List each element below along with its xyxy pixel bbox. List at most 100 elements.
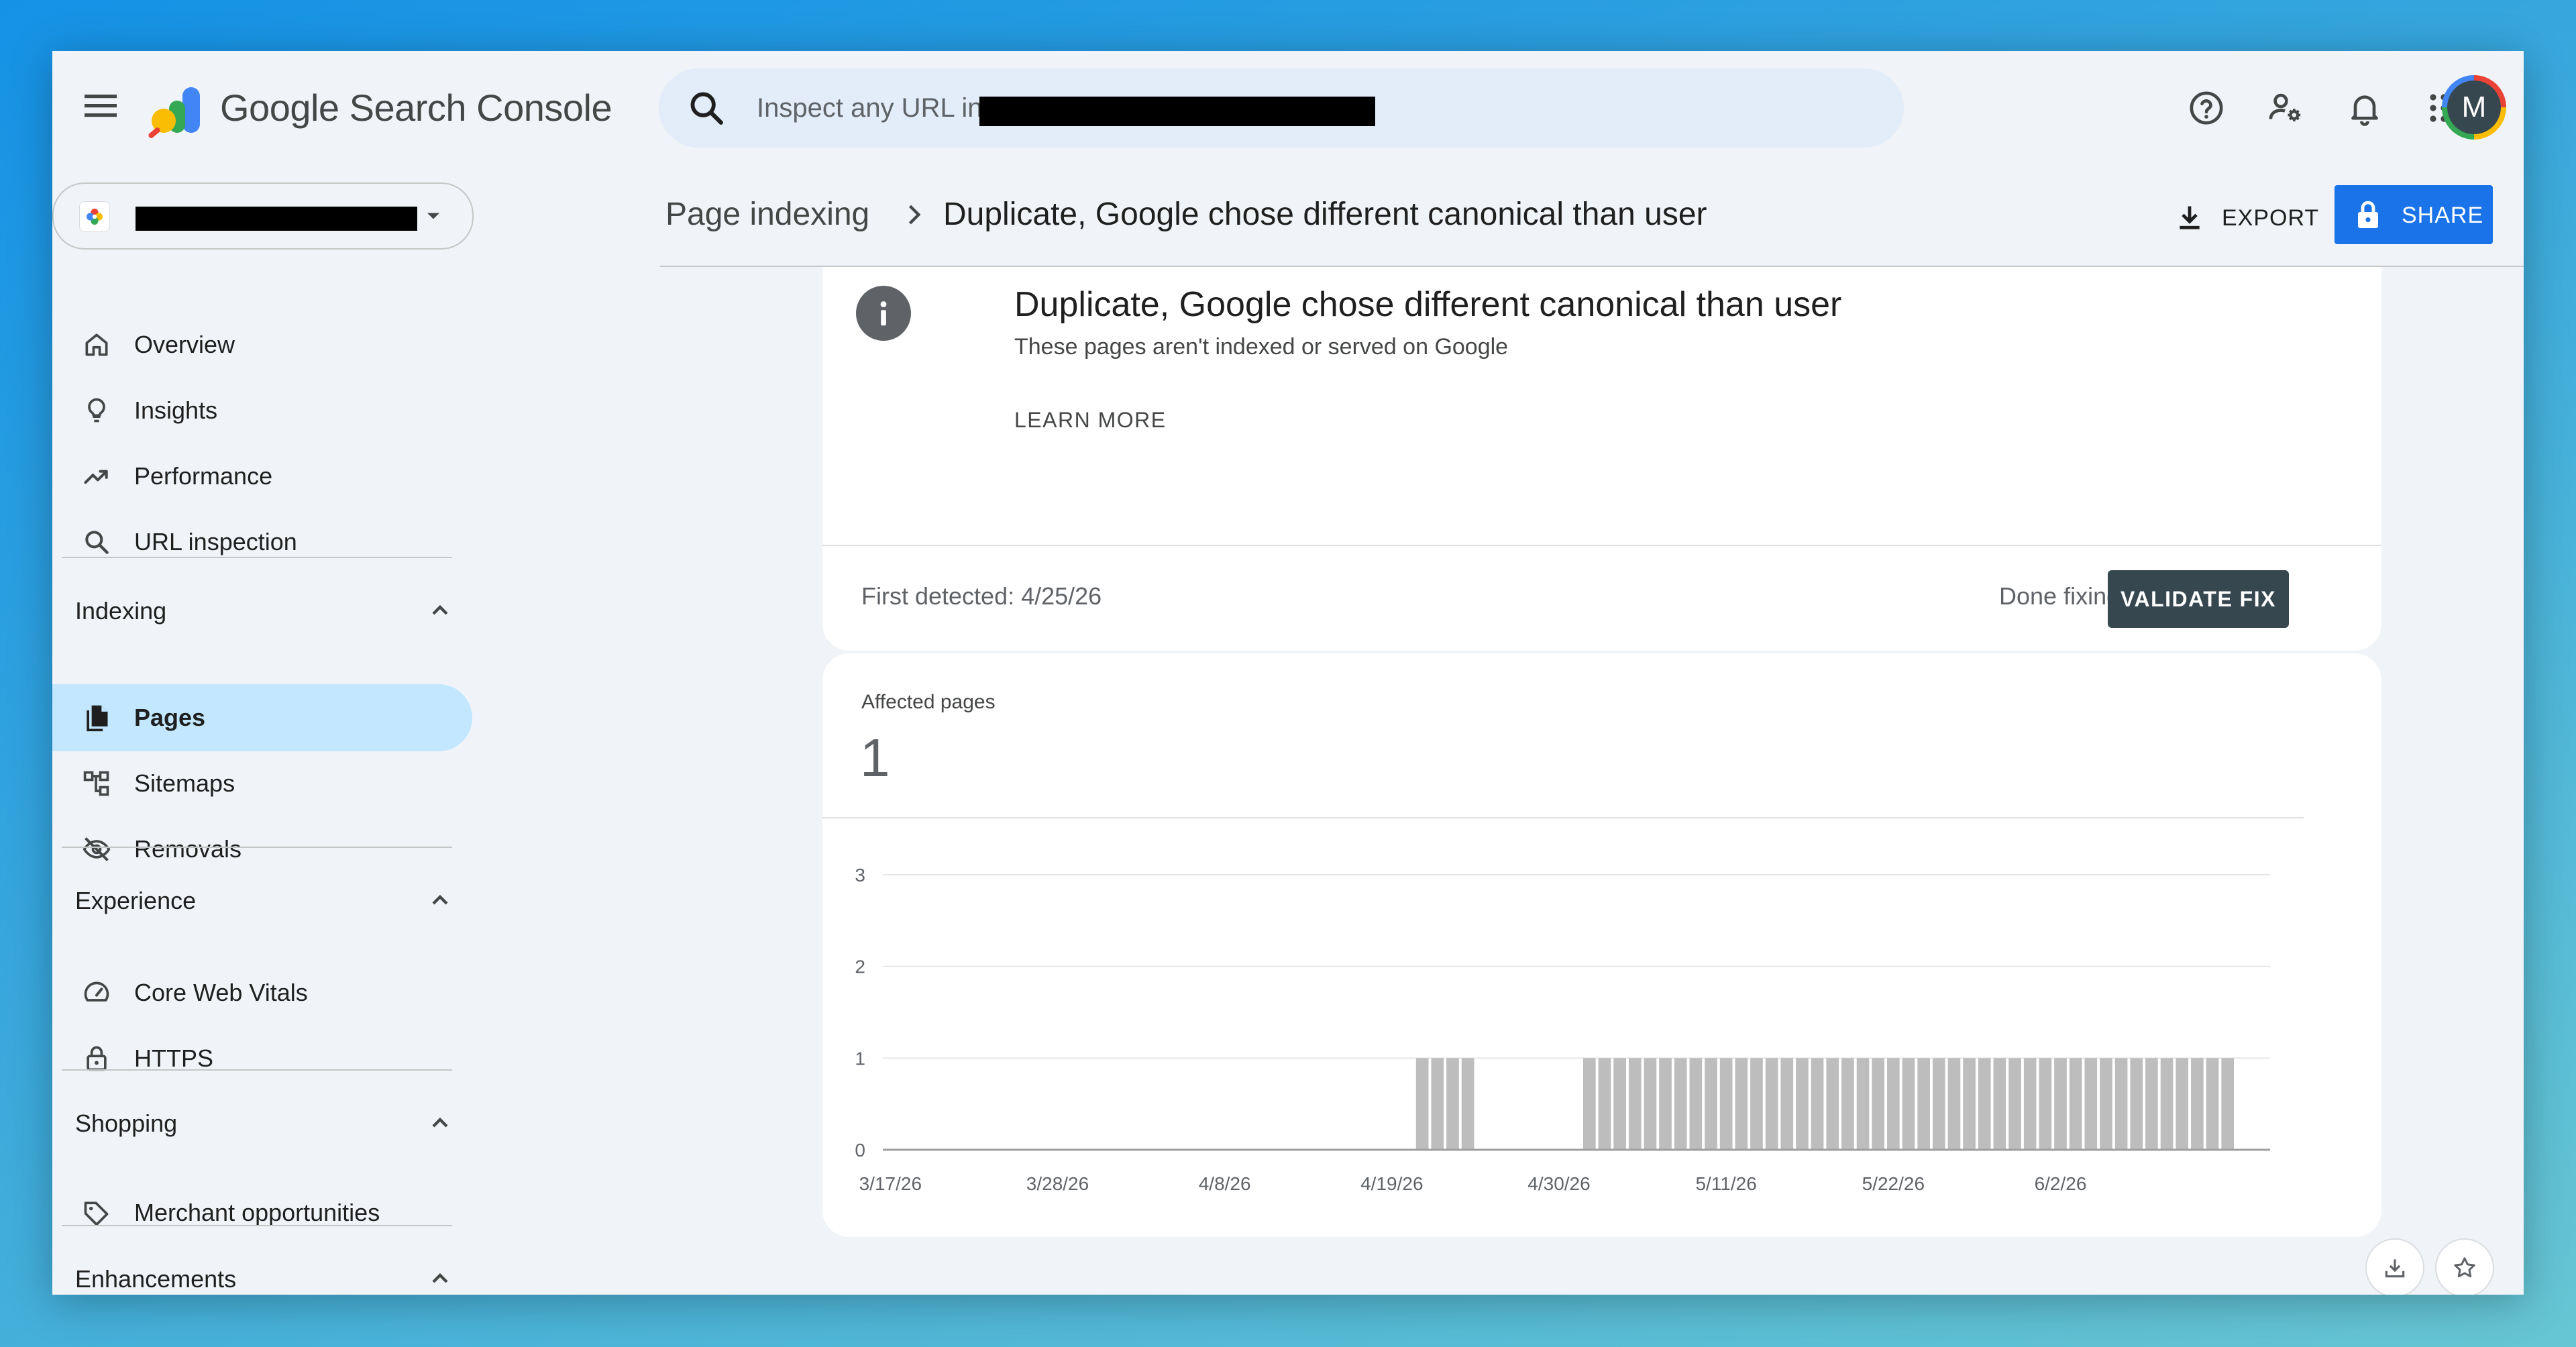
- chart-bar: [2145, 1058, 2158, 1150]
- sidebar-item-insights[interactable]: Insights: [52, 377, 468, 444]
- chart-bar: [1947, 1058, 1961, 1150]
- sidebar-item-pages[interactable]: Pages: [52, 684, 472, 751]
- sidebar-divider: [62, 1225, 452, 1226]
- product-name: Google Search Console: [220, 87, 612, 129]
- chart-bar: [2039, 1058, 2052, 1150]
- sidebar-section-indexing[interactable]: Indexing: [52, 581, 482, 641]
- x-tick-label: 3/28/26: [1026, 1173, 1089, 1194]
- sidebar-section-title: Experience: [75, 887, 197, 914]
- chart-bar: [2008, 1058, 2021, 1150]
- chart-bar: [2130, 1058, 2143, 1150]
- chevron-up-icon: [432, 894, 448, 905]
- sidebar-item-label: Overview: [134, 331, 235, 358]
- learn-more-link[interactable]: LEARN MORE: [1014, 408, 1167, 433]
- sidebar-item-label: HTTPS: [134, 1044, 214, 1072]
- chart-bar: [2084, 1058, 2098, 1150]
- sidebar-item-label: Insights: [134, 396, 218, 424]
- chart-bar: [1735, 1058, 1748, 1150]
- sidebar-item-https[interactable]: HTTPS: [52, 1025, 468, 1092]
- sidebar-divider: [62, 1069, 452, 1071]
- redacted-property-name: [136, 207, 417, 231]
- sidebar-section-enhancements[interactable]: Enhancements: [52, 1249, 482, 1295]
- chart-bar: [2206, 1058, 2219, 1150]
- property-selector[interactable]: [52, 182, 474, 250]
- card-divider: [822, 817, 2304, 818]
- chart-bar: [2023, 1058, 2037, 1150]
- chart-bar: [2221, 1058, 2234, 1150]
- top-bar: Google Search Console Inspect any URL in: [52, 51, 2524, 169]
- chart-bar: [2176, 1058, 2189, 1150]
- search-input[interactable]: Inspect any URL in: [757, 93, 982, 123]
- chart-bar: [1917, 1058, 1930, 1150]
- sidebar-divider: [62, 557, 452, 558]
- search-icon: [79, 525, 114, 559]
- share-label: SHARE: [2402, 203, 2484, 228]
- chart-bar: [2114, 1058, 2128, 1150]
- search-console-logo-icon[interactable]: [146, 82, 207, 142]
- x-tick-label: 5/11/26: [1695, 1173, 1756, 1194]
- lock-icon: [2358, 201, 2378, 228]
- avatar-letter: M: [2447, 80, 2501, 134]
- sidebar-item-sitemaps[interactable]: Sitemaps: [52, 750, 468, 817]
- main-menu-button[interactable]: [74, 82, 127, 129]
- download-chart-button[interactable]: [2365, 1238, 2424, 1295]
- user-settings-icon: [2269, 93, 2301, 121]
- chart-bar: [1431, 1058, 1444, 1150]
- chart-bar: [1963, 1058, 1976, 1150]
- home-icon: [79, 327, 114, 362]
- download-icon: [2180, 206, 2200, 229]
- notifications-button[interactable]: [2341, 85, 2388, 131]
- affected-pages-label: Affected pages: [861, 691, 996, 713]
- validate-fix-button[interactable]: VALIDATE FIX: [2108, 570, 2289, 628]
- chart-bar: [1765, 1058, 1778, 1150]
- account-avatar[interactable]: M: [2442, 75, 2506, 140]
- affected-pages-count: 1: [860, 728, 890, 788]
- sidebar-item-performance[interactable]: Performance: [52, 443, 468, 510]
- sidebar-item-url-inspection[interactable]: URL inspection: [52, 508, 468, 576]
- chart-bar: [1613, 1058, 1626, 1150]
- chevron-up-icon: [432, 1273, 448, 1283]
- chart-bar: [1856, 1058, 1870, 1150]
- chart-bar: [1705, 1058, 1717, 1150]
- x-tick-label: 3/17/26: [859, 1173, 922, 1194]
- url-inspection-search[interactable]: Inspect any URL in: [659, 68, 1904, 148]
- share-button[interactable]: SHARE: [2334, 185, 2493, 244]
- y-tick-label: 1: [855, 1048, 865, 1069]
- y-tick-label: 0: [855, 1140, 865, 1161]
- chart-bar: [1750, 1058, 1763, 1150]
- sidebar-item-merchant-opportunities[interactable]: Merchant opportunities: [52, 1179, 468, 1246]
- eye-off-icon: [79, 832, 114, 867]
- lock-icon: [79, 1041, 114, 1076]
- chart-bar: [1582, 1058, 1596, 1150]
- first-detected-date: First detected: 4/25/26: [861, 582, 1102, 610]
- x-tick-label: 4/8/26: [1199, 1173, 1251, 1194]
- chart-bar: [1446, 1058, 1459, 1150]
- bell-icon: [2351, 95, 2378, 126]
- sidebar-item-overview[interactable]: Overview: [52, 311, 468, 378]
- favorite-report-button[interactable]: [2435, 1238, 2494, 1295]
- issue-description: These pages aren't indexed or served on …: [1014, 334, 1509, 360]
- sitemap-icon: [79, 766, 114, 801]
- chart-bar: [1674, 1058, 1687, 1150]
- sidebar-section-shopping[interactable]: Shopping: [52, 1093, 482, 1154]
- chevron-up-icon: [432, 604, 448, 615]
- x-tick-label: 4/30/26: [1527, 1173, 1590, 1194]
- chart-bar: [1978, 1058, 1991, 1150]
- sidebar-section-title: Indexing: [75, 597, 167, 625]
- sidebar-section-title: Enhancements: [75, 1265, 237, 1293]
- help-button[interactable]: [2183, 85, 2230, 131]
- chart-bar: [1461, 1058, 1474, 1150]
- sidebar-item-label: Core Web Vitals: [134, 979, 308, 1006]
- x-tick-label: 6/2/26: [2035, 1173, 2087, 1194]
- chart-bar: [2160, 1058, 2174, 1150]
- chart-bar: [1872, 1058, 1885, 1150]
- chart-bar: [1689, 1058, 1703, 1150]
- chart-bar: [1932, 1058, 1945, 1150]
- card-divider: [822, 545, 2381, 546]
- search-console-settings-button[interactable]: [2262, 85, 2309, 131]
- sidebar-item-core-web-vitals[interactable]: Core Web Vitals: [52, 959, 468, 1026]
- download-icon: [2385, 1259, 2405, 1278]
- breadcrumb-parent-link[interactable]: Page indexing: [665, 196, 869, 233]
- sidebar-section-experience[interactable]: Experience: [52, 871, 482, 931]
- lightbulb-icon: [79, 393, 114, 428]
